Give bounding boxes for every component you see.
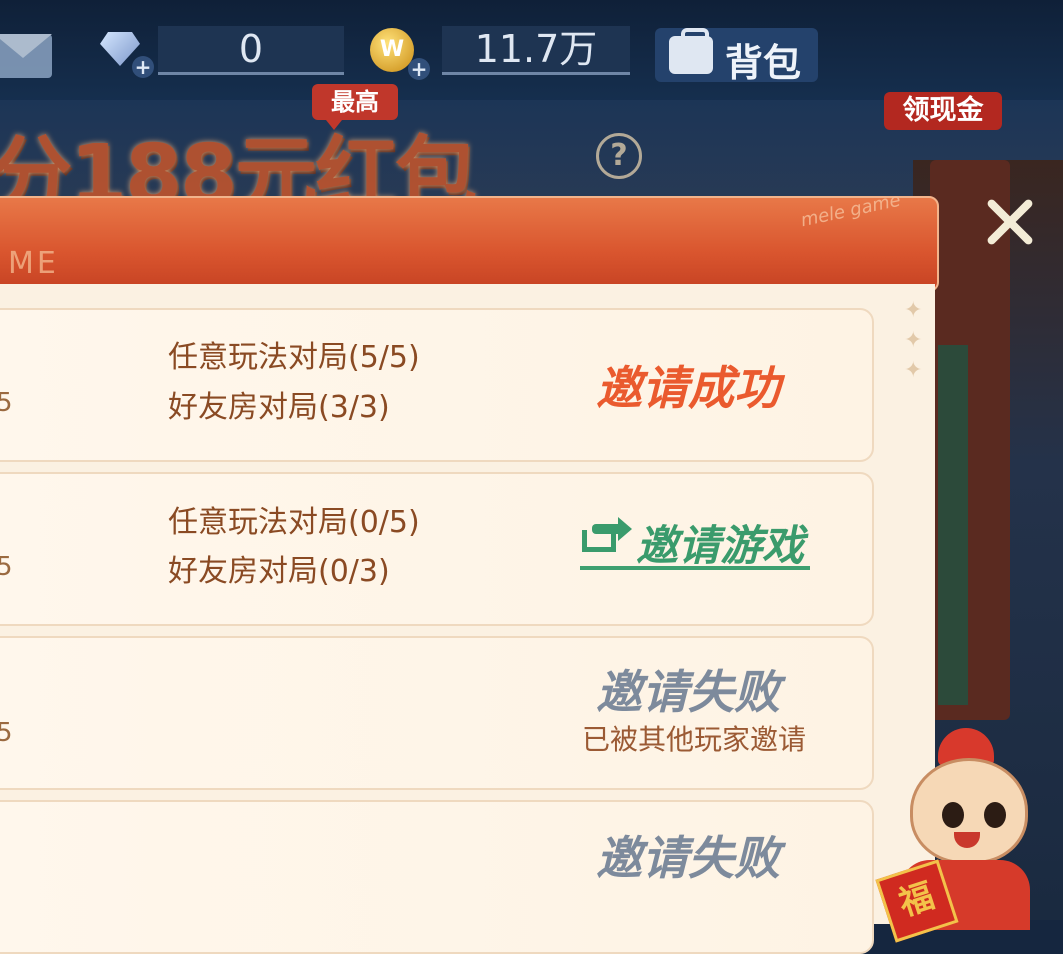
invite-failed-reason: 已被其他玩家邀请 xyxy=(582,723,807,756)
mascot-head xyxy=(910,758,1028,864)
scene-frame-inner xyxy=(938,345,968,705)
backpack-button[interactable]: 背包 xyxy=(655,28,818,85)
mascot-eye xyxy=(984,802,1006,828)
card-left-text: 5 xyxy=(0,552,13,582)
share-icon xyxy=(582,517,632,552)
card-left-text: 5 xyxy=(0,718,13,748)
coin-count: 11.7万 xyxy=(442,26,630,75)
coin-add-button[interactable]: W + xyxy=(370,26,430,80)
task-progress-friend-room: 好友房对局(0/3) xyxy=(168,554,390,589)
plus-icon: + xyxy=(132,56,154,78)
horse-mascot: 福 xyxy=(875,728,1050,943)
task-progress-any-mode: 任意玩法对局(5/5) xyxy=(168,340,420,375)
diamond-add-button[interactable]: + xyxy=(94,28,154,78)
task-progress-friend-room: 好友房对局(3/3) xyxy=(168,390,390,425)
mascot-eye xyxy=(942,802,964,828)
backpack-label: 背包 xyxy=(725,41,802,85)
invite-failed-status: 邀请失败 xyxy=(596,665,780,719)
backpack-icon xyxy=(669,28,713,74)
dialog-header-subtitle: ME xyxy=(8,246,59,281)
highest-badge: 最高 xyxy=(312,84,398,130)
invite-game-button[interactable]: 邀请游戏 xyxy=(580,510,810,570)
sparkle-icon: ✦ xyxy=(904,358,923,383)
task-progress-any-mode: 任意玩法对局(0/5) xyxy=(168,505,420,540)
help-icon[interactable]: ? xyxy=(596,133,642,179)
claim-cash-badge[interactable]: 领现金 xyxy=(884,92,1002,130)
mail-icon[interactable] xyxy=(0,34,52,78)
invite-success-status: 邀请成功 xyxy=(596,361,780,415)
close-button[interactable] xyxy=(978,190,1042,254)
plus-icon: + xyxy=(408,58,430,80)
card-left-text: 5 xyxy=(0,388,13,418)
invite-failed-status: 邀请失败 xyxy=(596,831,780,885)
diamond-count: 0 xyxy=(158,26,344,75)
sparkle-icon: ✦ xyxy=(904,328,923,353)
invite-game-label: 邀请游戏 xyxy=(636,521,805,570)
sparkle-icon: ✦ xyxy=(904,298,923,323)
